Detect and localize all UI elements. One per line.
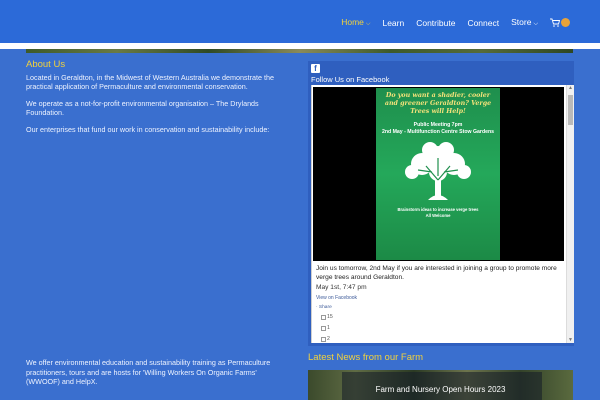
facebook-feed-frame[interactable]: Do you want a shadier, cooler and greene… [311,85,574,343]
facebook-widget-header: f Follow Us on Facebook [308,61,574,85]
facebook-widget-title: Follow Us on Facebook [311,75,390,84]
post-timestamp[interactable]: May 1st, 7:47 pm [316,284,367,291]
scroll-up-icon[interactable]: ▲ [568,85,573,91]
about-heading: About Us [26,59,66,70]
nav-home[interactable]: Home ⌵ [341,17,370,28]
facebook-icon[interactable]: f [311,64,320,73]
poster-headline: Do you want a shadier, cooler and greene… [384,92,492,115]
main-nav: Home ⌵ Learn Contribute Connect Store ⌵ [341,17,570,28]
about-paragraph-enterprises: Our enterprises that fund our work in co… [26,124,270,134]
view-on-facebook-link[interactable]: View on Facebook [316,295,357,301]
poster-meeting: Public Meeting 7pm 2nd May - Multifuncti… [381,122,495,135]
scroll-down-icon[interactable]: ▼ [568,337,573,343]
about-section: About Us Located in Geraldton, in the Mi… [26,59,281,386]
latest-news-heading: Latest News from our Farm [308,352,424,363]
comments-count: 1 [321,325,330,331]
about-paragraph-location: Located in Geraldton, in the Midwest of … [26,72,274,92]
cart-icon [550,18,560,27]
site-header: Home ⌵ Learn Contribute Connect Store ⌵ [0,0,600,43]
cart-button[interactable] [550,18,570,27]
news-card-title[interactable]: Farm and Nursery Open Hours 2023 [308,385,573,394]
banner-image-strip [26,49,573,53]
poster-footer: Brainstorm ideas to increase verge trees… [397,207,479,218]
share-link[interactable]: · Share [316,305,332,310]
cart-count-badge [561,18,570,27]
nav-connect[interactable]: Connect [467,18,499,28]
nav-learn[interactable]: Learn [382,18,404,28]
like-icon [321,314,326,320]
verge-trees-poster: Do you want a shadier, cooler and greene… [376,88,500,260]
shares-count: 2 [321,336,330,342]
chevron-down-icon: ⌵ [365,21,371,27]
facebook-feed: Do you want a shadier, cooler and greene… [312,85,567,343]
tree-icon [405,142,471,200]
share-icon [321,336,326,342]
nav-store[interactable]: Store ⌵ [511,17,538,28]
facebook-widget: f Follow Us on Facebook Do you want a sh… [308,61,574,346]
about-paragraph-education: We offer environmental education and sus… [26,358,271,386]
post-text: Join us tomorrow, 2nd May if you are int… [316,265,557,281]
likes-count: 15 [321,314,333,320]
comment-icon [321,325,326,331]
news-card[interactable]: Farm and Nursery Open Hours 2023 [308,370,573,400]
scrollbar-thumb[interactable] [568,95,573,125]
post-image[interactable]: Do you want a shadier, cooler and greene… [313,87,564,261]
feed-scrollbar[interactable]: ▲ ▼ [566,85,574,343]
about-paragraph-foundation: We operate as a not-for-profit environme… [26,98,259,118]
nav-contribute[interactable]: Contribute [416,18,455,28]
chevron-down-icon: ⌵ [533,21,538,27]
